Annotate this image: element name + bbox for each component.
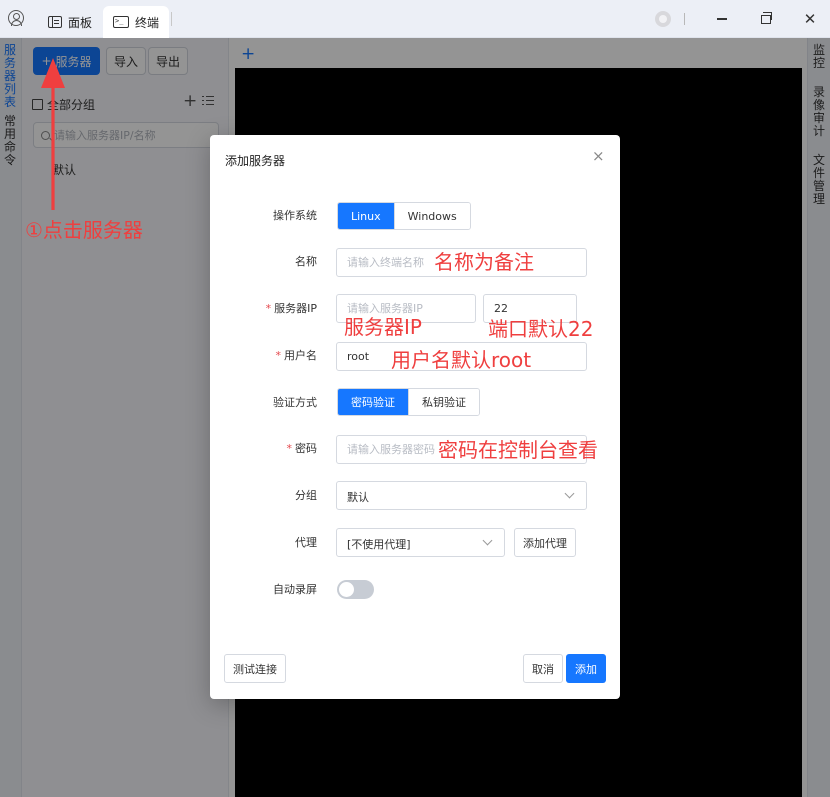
os-selector: Linux Windows	[337, 202, 471, 230]
avatar-icon[interactable]	[8, 10, 24, 26]
annotation-port-note: 端口默认22	[488, 317, 594, 341]
maximize-button[interactable]	[751, 6, 781, 32]
required-mark: *	[275, 349, 282, 362]
username-label: * 用户名	[210, 349, 318, 363]
password-label: * 密码	[210, 442, 318, 456]
theme-toggle-icon[interactable]	[655, 11, 671, 27]
proxy-select-value: [不使用代理]	[347, 538, 411, 551]
panel-icon	[48, 16, 62, 28]
annotation-name-note: 名称为备注	[434, 250, 534, 274]
password-label-text: 密码	[295, 442, 317, 455]
chevron-down-icon	[564, 488, 575, 499]
required-mark: *	[286, 442, 293, 455]
minimize-button[interactable]	[707, 6, 737, 32]
proxy-select[interactable]: [不使用代理]	[336, 528, 505, 557]
window-close-button[interactable]: ✕	[795, 6, 825, 32]
name-label: 名称	[295, 255, 317, 268]
proxy-label: 代理	[295, 536, 317, 549]
dialog-title: 添加服务器	[225, 154, 286, 168]
os-label: 操作系统	[273, 209, 317, 222]
group-select-value: 默认	[347, 491, 369, 504]
terminal-icon: >_	[113, 16, 129, 28]
os-option-windows[interactable]: Windows	[393, 203, 470, 229]
group-label: 分组	[295, 489, 317, 502]
tab-terminal[interactable]: >_ 终端	[103, 6, 170, 38]
annotation-password-note: 密码在控制台查看	[438, 438, 598, 462]
annotation-arrow	[41, 58, 65, 210]
add-server-dialog: 添加服务器 × 操作系统 Linux Windows 名称 *服务器IP *用户…	[210, 135, 620, 699]
auth-option-key[interactable]: 私钥验证	[408, 389, 479, 415]
auto-record-label: 自动录屏	[273, 583, 317, 596]
os-option-linux[interactable]: Linux	[338, 203, 394, 229]
submit-add-button[interactable]: 添加	[566, 654, 606, 683]
test-connection-button[interactable]: 测试连接	[224, 654, 286, 683]
annotation-user-note: 用户名默认root	[391, 348, 532, 372]
auth-option-password[interactable]: 密码验证	[338, 389, 408, 415]
tab-divider	[171, 12, 172, 26]
annotation-click-server: ①点击服务器	[25, 218, 143, 242]
tab-panel[interactable]: 面板	[38, 6, 102, 38]
tab-terminal-label: 终端	[135, 15, 160, 30]
title-bar: 面板 >_ 终端 ✕	[0, 0, 830, 38]
server-ip-label: * 服务器IP	[210, 302, 317, 316]
close-icon: ✕	[803, 10, 817, 28]
maximize-icon	[761, 11, 772, 24]
dialog-close-icon[interactable]: ×	[592, 147, 605, 165]
chevron-down-icon	[482, 535, 493, 546]
group-select[interactable]: 默认	[336, 481, 587, 510]
auth-method-label: 验证方式	[273, 396, 317, 409]
annotation-ip-note: 服务器IP	[344, 315, 422, 339]
tab-panel-label: 面板	[68, 15, 93, 30]
server-ip-label-text: 服务器IP	[274, 302, 317, 315]
minimize-icon	[717, 18, 727, 20]
required-mark: *	[265, 302, 272, 315]
titlebar-divider	[684, 13, 685, 25]
auto-record-switch[interactable]	[337, 580, 374, 599]
add-proxy-button[interactable]: 添加代理	[514, 528, 576, 557]
auth-method-selector: 密码验证 私钥验证	[337, 388, 480, 416]
username-label-text: 用户名	[284, 349, 317, 362]
cancel-button[interactable]: 取消	[523, 654, 563, 683]
